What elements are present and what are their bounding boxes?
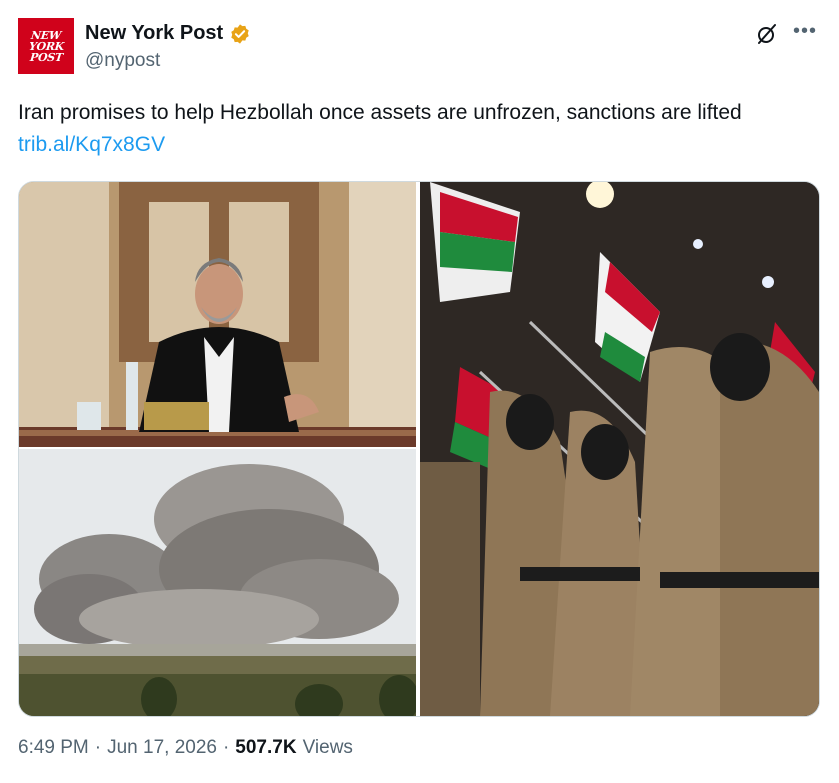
tweet-text: Iran promises to help Hezbollah once ass… bbox=[18, 97, 823, 161]
account-name[interactable]: New York Post bbox=[85, 22, 223, 45]
tweet-date[interactable]: Jun 17, 2026 bbox=[107, 737, 217, 759]
more-icon[interactable]: ••• bbox=[793, 20, 817, 43]
verified-badge-icon bbox=[231, 23, 249, 44]
footer-separator: · bbox=[94, 737, 102, 758]
tweet-link[interactable]: trib.al/Kq7x8GV bbox=[18, 133, 165, 156]
parade-photo-art bbox=[420, 182, 819, 716]
avatar-logo-line: NEW bbox=[30, 28, 62, 42]
account-handle[interactable]: @nypost bbox=[85, 50, 160, 72]
avatar-logo-line: POST bbox=[28, 50, 64, 64]
avatar[interactable]: NEW YORK POST bbox=[18, 18, 74, 74]
meeting-photo-art bbox=[19, 182, 416, 447]
parade-photo[interactable] bbox=[420, 182, 819, 716]
media-grid bbox=[18, 181, 820, 717]
smoke-photo[interactable] bbox=[19, 449, 416, 716]
tweet-body: Iran promises to help Hezbollah once ass… bbox=[18, 101, 742, 124]
name-row: New York Post bbox=[85, 22, 251, 45]
views-label: Views bbox=[302, 737, 353, 758]
views-count[interactable]: 507.7K bbox=[235, 737, 296, 759]
meeting-photo[interactable] bbox=[19, 182, 416, 447]
tweet-header: NEW YORK POST New York Post @nypost ••• bbox=[18, 18, 821, 78]
smoke-photo-art bbox=[19, 449, 416, 716]
tweet-footer: 6:49 PM · Jun 17, 2026 · 507.7K Views bbox=[18, 737, 353, 759]
footer-separator: · bbox=[222, 737, 230, 758]
tweet-time[interactable]: 6:49 PM bbox=[18, 737, 89, 759]
grok-icon[interactable] bbox=[755, 22, 779, 46]
avatar-logo-line: YORK bbox=[27, 39, 65, 53]
